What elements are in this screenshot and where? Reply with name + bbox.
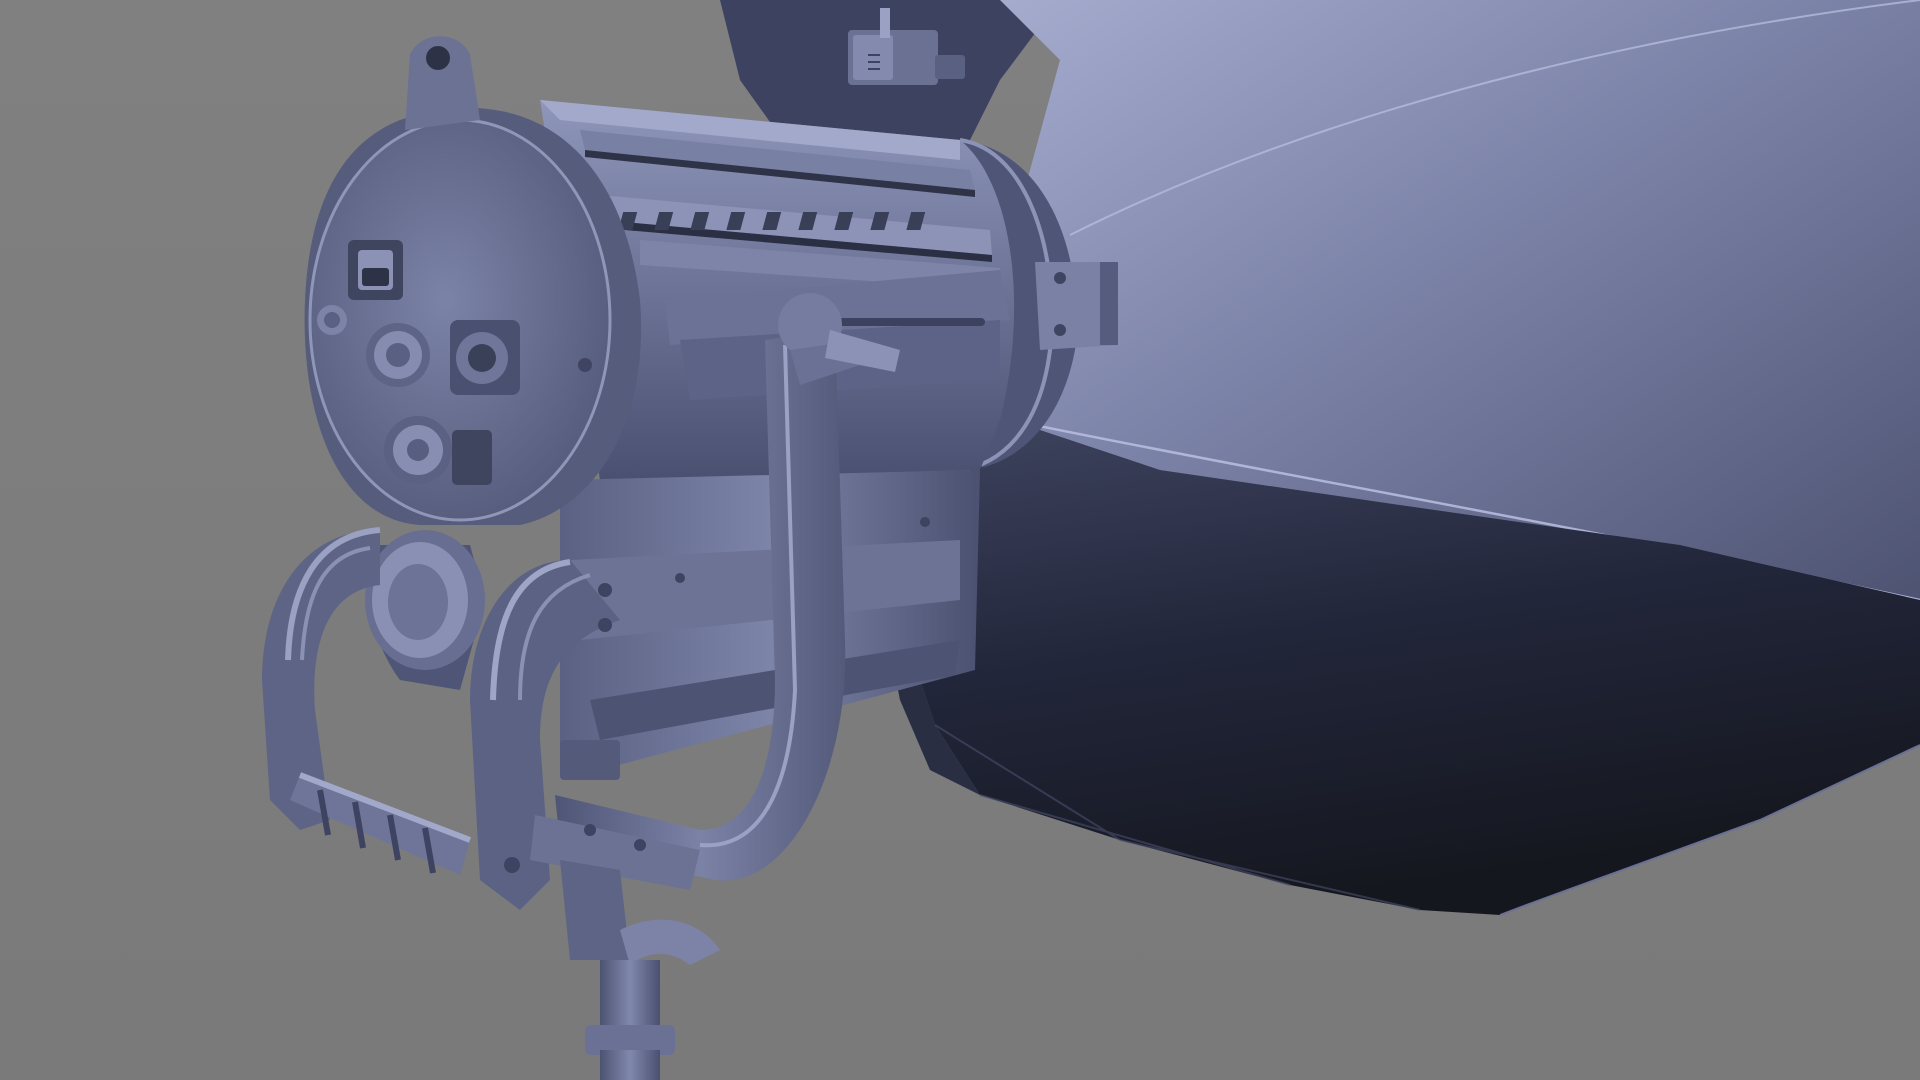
mount-tab-hole (426, 46, 450, 70)
dimmer-knob-upper (366, 323, 430, 387)
power-switch (348, 240, 403, 300)
dimmer-knob-lower (384, 416, 452, 484)
socket (450, 320, 520, 395)
side-clamp (1035, 262, 1118, 350)
studio-light-scene (0, 0, 1920, 1080)
vent-slots (618, 212, 926, 230)
connector-port (452, 430, 492, 485)
